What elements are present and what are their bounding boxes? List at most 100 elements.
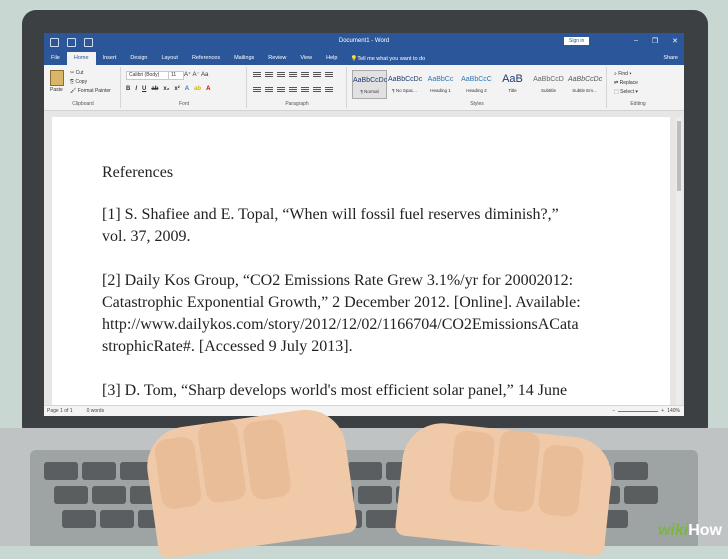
status-bar: Page 1 of 1 0 words − + 140%: [44, 405, 684, 416]
finger: [153, 435, 203, 511]
find-button[interactable]: ⌕ Find ▾: [614, 71, 631, 77]
increase-indent-icon[interactable]: [301, 72, 309, 78]
replace-button[interactable]: ⇄ Replace: [614, 80, 638, 86]
tab-design[interactable]: Design: [123, 52, 154, 65]
ribbon-tabs: File Home Insert Design Layout Reference…: [44, 52, 684, 65]
align-right-icon[interactable]: [277, 87, 285, 93]
text-effects-icon[interactable]: A: [185, 86, 189, 92]
restore-button[interactable]: ❐: [652, 37, 658, 45]
subscript-button[interactable]: x₂: [163, 86, 169, 92]
tab-layout[interactable]: Layout: [154, 52, 185, 65]
font-group: Calibri (Body) 11 A⁺ A⁻ Aa B I U ab x₂ x…: [122, 67, 247, 108]
paragraph-group: Paragraph: [248, 67, 347, 108]
style-subtitle[interactable]: AaBbCcD Subtitle: [532, 70, 565, 97]
share-button[interactable]: Share: [663, 52, 678, 65]
finger: [448, 429, 496, 504]
zoom-in-icon[interactable]: +: [661, 408, 664, 414]
reference-line: [3] D. Tom, “Sharp develops world's most…: [102, 382, 568, 399]
style-normal[interactable]: AaBbCcDc ¶ Normal: [352, 70, 387, 99]
zoom-level[interactable]: 140%: [667, 408, 680, 414]
key: [92, 486, 126, 504]
reference-line: vol. 37, 2009.: [102, 228, 191, 245]
editing-group-label: Editing: [630, 101, 646, 107]
left-hand: [142, 404, 358, 559]
style-sample: AaBbCcD: [533, 76, 564, 83]
vertical-scrollbar[interactable]: [676, 117, 682, 406]
zoom-control[interactable]: − + 140%: [612, 408, 680, 414]
tab-view[interactable]: View: [293, 52, 319, 65]
grow-font-icon[interactable]: A⁺ A⁻ Aa: [184, 71, 208, 78]
style-subtle-emphasis[interactable]: AaBbCcDc Subtle Em...: [568, 70, 602, 97]
paste-icon[interactable]: [50, 70, 64, 86]
page-count[interactable]: Page 1 of 1: [47, 408, 73, 414]
key: [358, 486, 392, 504]
style-name: Heading 1: [430, 88, 451, 93]
justify-icon[interactable]: [289, 87, 297, 93]
strikethrough-button[interactable]: ab: [151, 86, 158, 92]
key: [54, 486, 88, 504]
borders-icon[interactable]: [325, 87, 333, 93]
document-text[interactable]: References [1] S. Shafiee and E. Topal, …: [102, 162, 662, 416]
style-heading-1[interactable]: AaBbCc Heading 1: [424, 70, 457, 97]
document-area: References [1] S. Shafiee and E. Topal, …: [44, 111, 684, 406]
finger: [492, 429, 541, 514]
tab-mailings[interactable]: Mailings: [227, 52, 261, 65]
document-page[interactable]: References [1] S. Shafiee and E. Topal, …: [52, 117, 670, 406]
paragraph-group-label: Paragraph: [285, 101, 309, 107]
italic-button[interactable]: I: [135, 86, 137, 92]
bullets-icon[interactable]: [253, 72, 261, 78]
sign-in-button[interactable]: Sign in: [564, 37, 590, 45]
scrollbar-thumb[interactable]: [677, 121, 681, 191]
close-button[interactable]: ✕: [672, 37, 678, 45]
sort-icon[interactable]: [313, 72, 321, 78]
show-marks-icon[interactable]: [325, 72, 333, 78]
reference-line: http://www.dailykos.com/story/2012/12/02…: [102, 316, 579, 333]
select-button[interactable]: ⬚ Select ▾: [614, 89, 638, 95]
font-group-label: Font: [178, 101, 189, 107]
key: [62, 510, 96, 528]
watermark-wiki: wiki: [657, 522, 689, 539]
paste-button[interactable]: Paste: [50, 87, 63, 93]
style-sample: AaBbCcC: [461, 76, 492, 83]
style-sample: AaB: [502, 73, 523, 85]
tab-help[interactable]: Help: [319, 52, 344, 65]
style-title[interactable]: AaB Title: [496, 70, 529, 97]
style-no-spacing[interactable]: AaBbCcDc ¶ No Spac...: [388, 70, 422, 97]
word-count[interactable]: 0 words: [87, 408, 105, 414]
tab-home[interactable]: Home: [66, 52, 96, 65]
align-left-icon[interactable]: [253, 87, 261, 93]
numbering-icon[interactable]: [265, 72, 273, 78]
align-center-icon[interactable]: [265, 87, 273, 93]
right-hand: [394, 419, 616, 557]
highlight-icon[interactable]: ab: [194, 86, 201, 92]
key: [100, 510, 134, 528]
key: [82, 462, 116, 480]
zoom-out-icon[interactable]: −: [612, 408, 615, 414]
font-name-dropdown[interactable]: Calibri (Body): [126, 71, 170, 80]
editing-group: ⌕ Find ▾ ⇄ Replace ⬚ Select ▾ Editing: [608, 67, 668, 108]
style-sample: AaBbCc: [427, 76, 454, 83]
underline-button[interactable]: U: [142, 86, 146, 92]
decrease-indent-icon[interactable]: [289, 72, 297, 78]
zoom-slider[interactable]: [618, 410, 659, 412]
replace-label: Replace: [619, 80, 638, 86]
format-painter-button[interactable]: 🖌 Format Painter: [70, 88, 111, 94]
tab-references[interactable]: References: [185, 52, 227, 65]
style-heading-2[interactable]: AaBbCcC Heading 2: [460, 70, 493, 97]
line-spacing-icon[interactable]: [301, 87, 309, 93]
tab-review[interactable]: Review: [261, 52, 293, 65]
font-size-dropdown[interactable]: 11: [168, 71, 184, 80]
cut-button[interactable]: ✂ Cut: [70, 70, 83, 76]
tell-me-box[interactable]: Tell me what you want to do: [357, 56, 425, 62]
minimize-button[interactable]: –: [634, 37, 638, 45]
superscript-button[interactable]: x²: [174, 86, 179, 92]
tab-file[interactable]: File: [44, 52, 67, 65]
reference-line: strophicRate#. [Accessed 9 July 2013].: [102, 338, 353, 355]
copy-button[interactable]: ⎘ Copy: [70, 79, 87, 85]
multilevel-list-icon[interactable]: [277, 72, 285, 78]
shading-icon[interactable]: [313, 87, 321, 93]
tab-insert[interactable]: Insert: [96, 52, 124, 65]
font-color-icon[interactable]: A: [206, 86, 210, 92]
lightbulb-icon: 💡: [350, 55, 358, 62]
bold-button[interactable]: B: [126, 86, 130, 92]
